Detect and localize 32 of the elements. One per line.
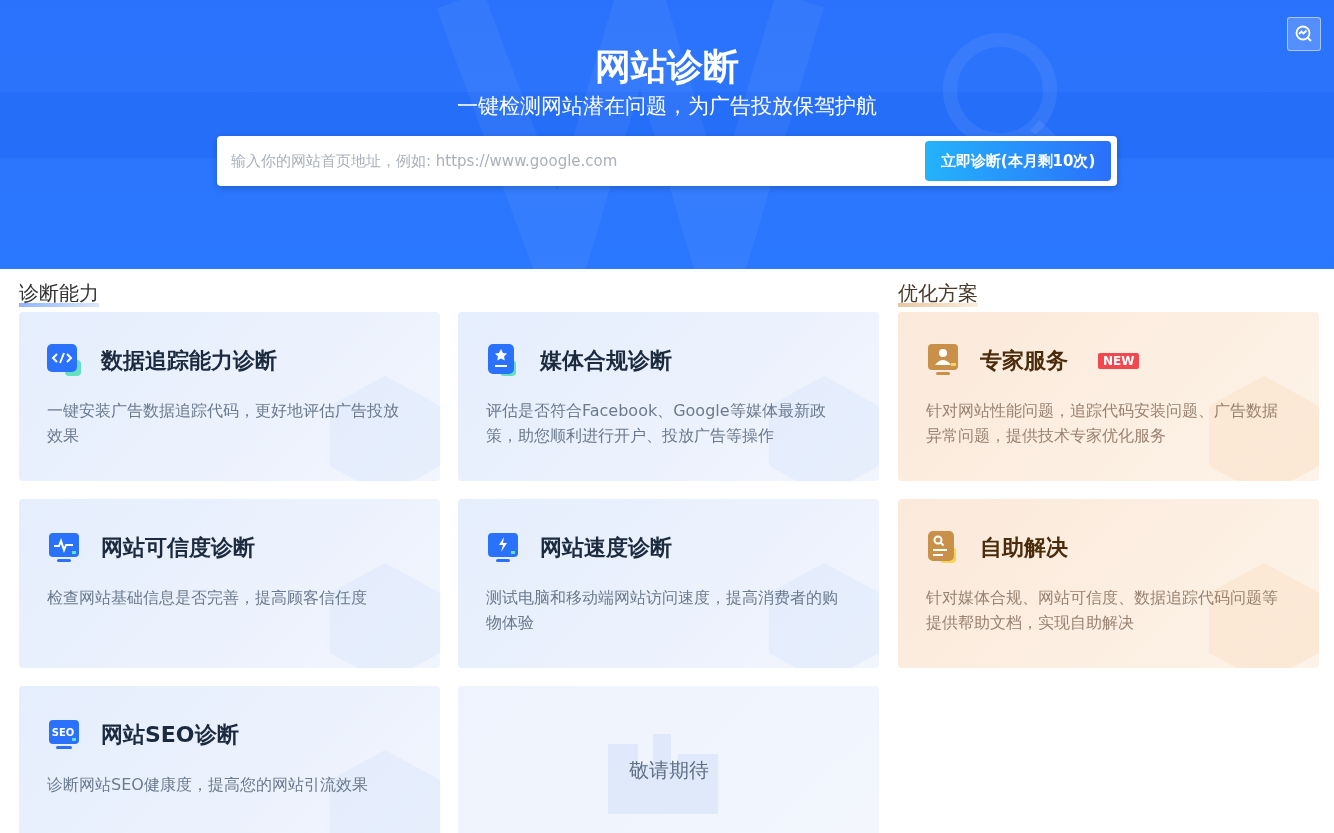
card-description: 一键安装广告数据追踪代码，更好地评估广告投放效果 — [47, 400, 400, 447]
card-description: 针对网站性能问题，追踪代码安装问题、广告数据异常问题，提供技术专家优化服务 — [926, 400, 1279, 447]
feature-card[interactable]: SEO 网站SEO诊断 诊断网站SEO健康度，提高您的网站引流效果 — [19, 686, 440, 833]
card-title: 网站SEO诊断 — [101, 721, 239, 749]
feature-card[interactable]: 专家服务 NEW 针对网站性能问题，追踪代码安装问题、广告数据异常问题，提供技术专家优化服务 — [898, 312, 1319, 481]
new-badge: NEW — [1098, 353, 1140, 369]
card-title: 网站速度诊断 — [540, 534, 672, 562]
code-icon — [47, 344, 81, 378]
feature-card[interactable]: 数据追踪能力诊断 一键安装广告数据追踪代码，更好地评估广告投放效果 — [19, 312, 440, 481]
feature-card[interactable]: 网站可信度诊断 检查网站基础信息是否完善，提高顾客信任度 — [19, 499, 440, 668]
page-title: 网站诊断 — [595, 45, 739, 89]
analytics-icon[interactable] — [1287, 17, 1321, 51]
card-title: 专家服务 — [980, 347, 1068, 375]
feature-card[interactable]: 媒体合规诊断 评估是否符合Facebook、Google等媒体最新政策，助您顺利进行开户、投放广告等操作 — [458, 312, 879, 481]
section-title: 诊断能力 — [19, 281, 99, 307]
card-title: 自助解决 — [980, 534, 1068, 562]
card-description: 诊断网站SEO健康度，提高您的网站引流效果 — [47, 774, 369, 796]
section-title: 优化方案 — [898, 281, 978, 307]
card-description: 针对媒体合规、网站可信度、数据追踪代码问题等提供帮助文档，实现自助解决 — [926, 587, 1279, 634]
monitor-pulse-icon — [47, 531, 81, 565]
monitor-bolt-icon — [486, 531, 520, 565]
card-description: 检查网站基础信息是否完善，提高顾客信任度 — [47, 587, 368, 609]
feature-card[interactable]: 网站速度诊断 测试电脑和移动端网站访问速度，提高消费者的购物体验 — [458, 499, 879, 668]
card-description: 测试电脑和移动端网站访问速度，提高消费者的购物体验 — [486, 587, 839, 634]
card-title: 网站可信度诊断 — [101, 534, 255, 562]
card-description: 评估是否符合Facebook、Google等媒体最新政策，助您顺利进行开户、投放广告等操作 — [486, 400, 827, 447]
coming-soon-label: 敬请期待 — [628, 757, 709, 784]
person-card-icon — [926, 344, 960, 378]
feature-card[interactable]: 自助解决 针对媒体合规、网站可信度、数据追踪代码问题等提供帮助文档，实现自助解决 — [898, 499, 1319, 668]
card-title: 媒体合规诊断 — [540, 347, 672, 375]
page-subtitle: 一键检测网站潜在问题，为广告投放保驾护航 — [457, 93, 877, 120]
card-title: 数据追踪能力诊断 — [101, 347, 277, 375]
